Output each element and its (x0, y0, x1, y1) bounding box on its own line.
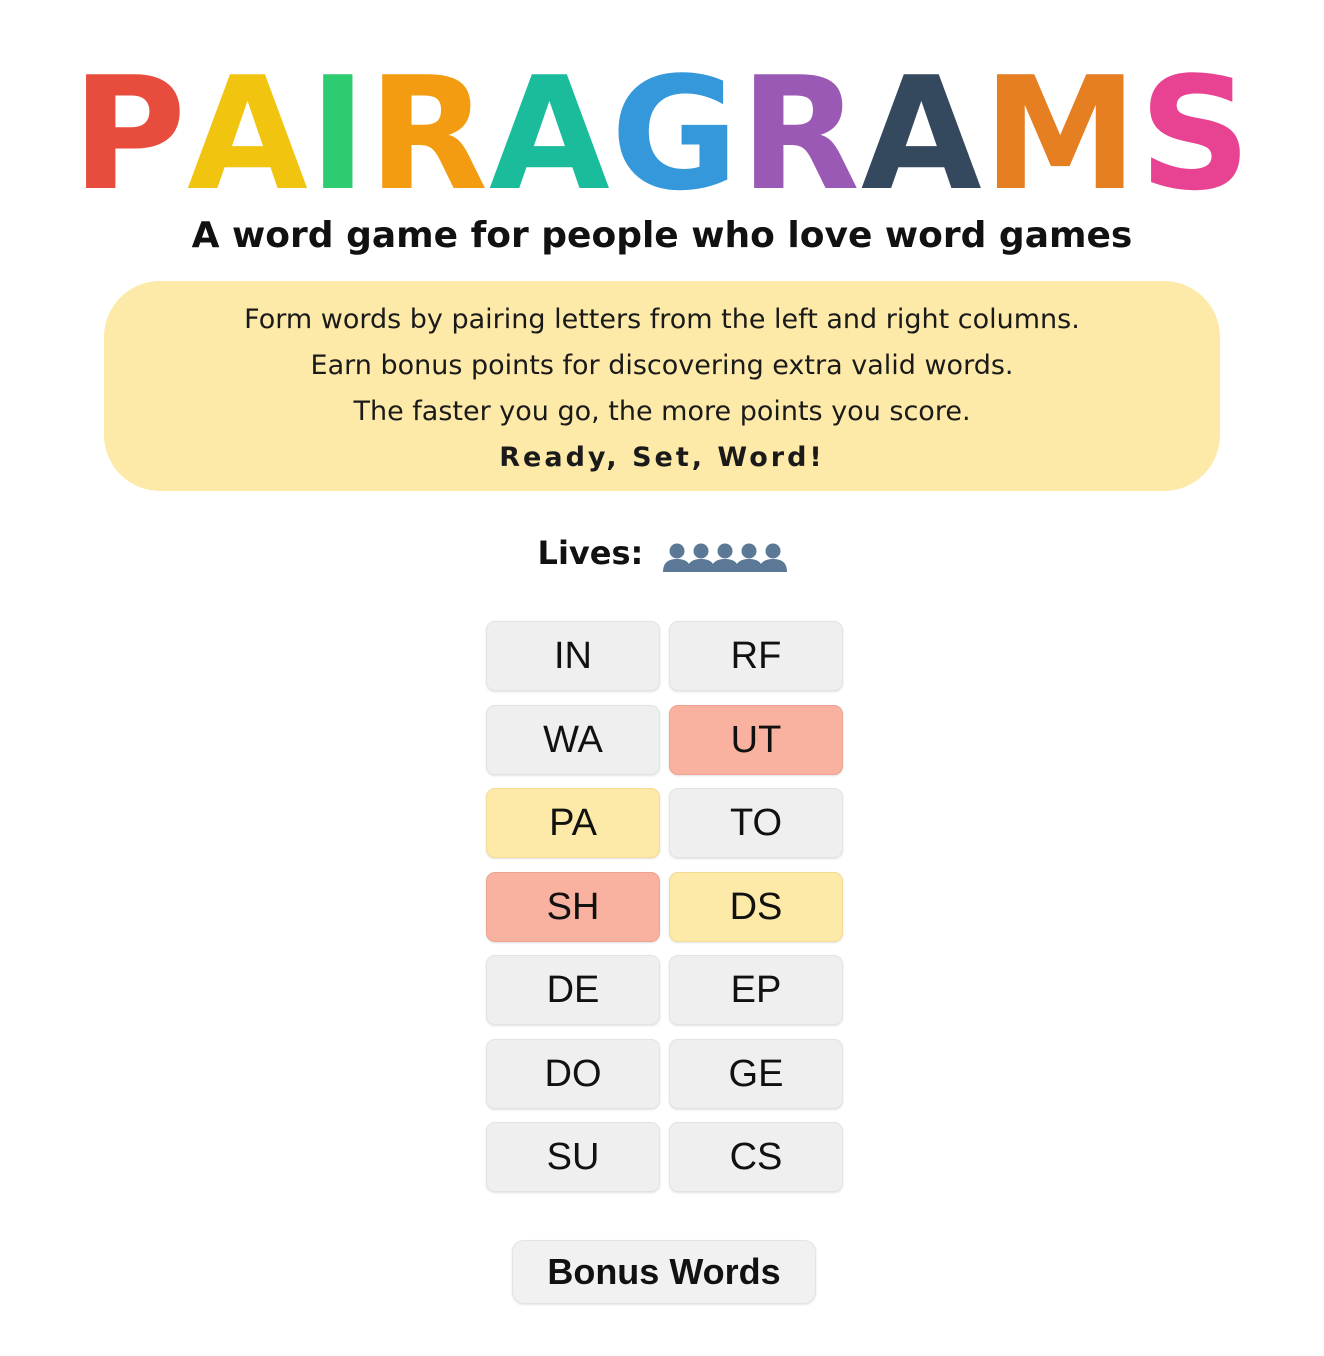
instruction-line: The faster you go, the more points you s… (353, 396, 971, 427)
tile-left[interactable]: PA (486, 788, 660, 858)
instructions-panel: Form words by pairing letters from the l… (104, 281, 1220, 491)
logo-letter: R (739, 43, 861, 225)
tile-right[interactable]: CS (669, 1122, 843, 1192)
tile-right[interactable]: DS (669, 872, 843, 942)
tile-right[interactable]: RF (669, 621, 843, 691)
tile-right[interactable]: TO (669, 788, 843, 858)
tile-left[interactable]: DO (486, 1039, 660, 1109)
logo-letter: S (1138, 43, 1253, 225)
logo-letter: M (982, 43, 1139, 225)
bonus-words-button[interactable]: Bonus Words (512, 1240, 816, 1304)
logo-letter: A (860, 43, 983, 225)
logo-letter: G (610, 43, 740, 225)
tile-left[interactable]: SH (486, 872, 660, 942)
logo-letter: A (489, 43, 611, 225)
bust-in-silhouette-icon (756, 540, 788, 574)
tile-left[interactable]: DE (486, 955, 660, 1025)
ready-set-word-text: Ready, Set, Word! (499, 442, 825, 473)
lives-label: Lives: (537, 534, 644, 572)
instruction-line: Earn bonus points for discovering extra … (310, 350, 1014, 381)
lives-icons (663, 532, 788, 578)
lives-row: Lives: (0, 530, 1324, 578)
logo-letter: R (367, 43, 489, 225)
tile-right[interactable]: UT (669, 705, 843, 775)
tile-left[interactable]: SU (486, 1122, 660, 1192)
instruction-line: Form words by pairing letters from the l… (244, 304, 1080, 335)
logo-letter: I (308, 43, 368, 225)
logo-letter: P (71, 43, 188, 225)
tile-right[interactable]: GE (669, 1039, 843, 1109)
logo-letter: A (187, 43, 309, 225)
logo: PAIRAGRAMS (0, 56, 1324, 212)
tagline: A word game for people who love word gam… (191, 215, 1133, 256)
tile-left[interactable]: WA (486, 705, 660, 775)
tile-right[interactable]: EP (669, 955, 843, 1025)
tile-left[interactable]: IN (486, 621, 660, 691)
